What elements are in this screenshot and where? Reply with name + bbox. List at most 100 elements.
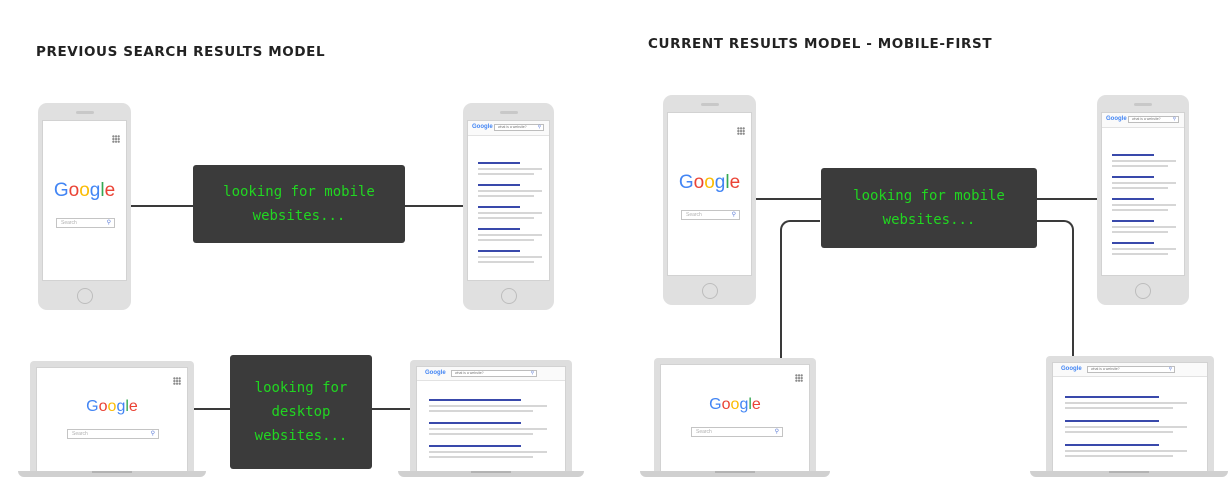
terminal-line: looking for [254, 380, 348, 396]
result-snippet [478, 168, 542, 170]
result-link[interactable] [1112, 220, 1154, 222]
result-snippet [478, 217, 534, 219]
result-snippet [1112, 226, 1176, 228]
result-snippet [1065, 426, 1187, 428]
terminal-line: desktop [271, 404, 331, 420]
result-link[interactable] [429, 399, 521, 401]
result-link[interactable] [429, 445, 521, 447]
phone-screen: Google what is a website? ⚲ [1101, 112, 1185, 276]
query-text: what is a website? [1132, 117, 1161, 121]
laptop-google-home: Google Search ⚲ [654, 358, 816, 471]
result-link[interactable] [1065, 396, 1159, 398]
search-input[interactable]: Search ⚲ [67, 429, 159, 439]
connector-line [404, 205, 466, 207]
home-button [76, 288, 93, 304]
magnifier-icon[interactable]: ⚲ [107, 219, 111, 226]
magnifier-icon[interactable]: ⚲ [775, 428, 779, 435]
terminal-line: websites... [252, 208, 346, 224]
laptop-screen: Google Search ⚲ [660, 364, 810, 471]
mini-google-logo: Google [1061, 366, 1082, 372]
phone-speaker [75, 111, 94, 114]
results-header: Google what is a website? ⚲ [417, 367, 565, 381]
magnifier-icon[interactable]: ⚲ [151, 430, 155, 437]
previous-model-heading: PREVIOUS SEARCH RESULTS MODEL [36, 44, 326, 60]
results-header: Google what is a website? ⚲ [1053, 363, 1207, 377]
magnifier-icon[interactable]: ⚲ [732, 211, 736, 218]
apps-grid-icon [112, 135, 120, 143]
query-text: what is a website? [1091, 367, 1120, 371]
result-link[interactable] [478, 184, 520, 186]
google-logo: Google [86, 398, 138, 415]
result-link[interactable] [478, 228, 520, 230]
result-snippet [1112, 204, 1176, 206]
mini-google-logo: Google [472, 124, 493, 130]
mobile-phone-google-home: Google Search ⚲ [663, 95, 756, 305]
result-snippet [1065, 402, 1187, 404]
result-link[interactable] [1112, 176, 1154, 178]
terminal-line: websites... [254, 428, 348, 444]
terminal-line: looking for mobile [223, 184, 375, 200]
phone-speaker [499, 111, 518, 114]
result-snippet [1065, 407, 1173, 409]
connector-elbow [1036, 220, 1074, 358]
laptop-notch [1109, 471, 1149, 473]
result-snippet [1112, 182, 1176, 184]
mobile-phone-results: Google what is a website? ⚲ [463, 103, 554, 310]
result-snippet [429, 456, 533, 458]
google-logo: Google [709, 396, 761, 413]
desktop-search-terminal: looking for desktop websites... [230, 355, 372, 469]
home-button [701, 283, 718, 299]
results-query-input[interactable]: what is a website? ⚲ [451, 370, 537, 377]
result-link[interactable] [478, 162, 520, 164]
laptop-screen: Google what is a website? ⚲ [1052, 362, 1208, 471]
result-snippet [1065, 450, 1187, 452]
results-header: Google what is a website? ⚲ [468, 121, 549, 136]
result-snippet [429, 451, 547, 453]
result-link[interactable] [1065, 420, 1159, 422]
laptop-base [640, 471, 830, 477]
magnifier-icon[interactable]: ⚲ [1173, 116, 1176, 122]
laptop-base [18, 471, 206, 477]
result-link[interactable] [429, 422, 521, 424]
terminal-line: websites... [882, 212, 976, 228]
magnifier-icon[interactable]: ⚲ [531, 370, 534, 376]
result-snippet [1112, 160, 1176, 162]
result-snippet [478, 234, 542, 236]
laptop-screen: Google Search ⚲ [36, 367, 188, 471]
result-link[interactable] [1112, 198, 1154, 200]
search-input[interactable]: Search ⚲ [56, 218, 115, 228]
results-query-input[interactable]: what is a website? ⚲ [1128, 116, 1179, 123]
laptop-notch [471, 471, 511, 473]
phone-speaker [1134, 103, 1152, 106]
magnifier-icon[interactable]: ⚲ [1169, 366, 1172, 372]
search-placeholder: Search [61, 220, 77, 226]
search-input[interactable]: Search ⚲ [681, 210, 740, 220]
results-query-input[interactable]: what is a website? ⚲ [1087, 366, 1175, 373]
mini-google-logo: Google [425, 370, 446, 376]
result-snippet [478, 173, 534, 175]
mobile-search-terminal: looking for mobile websites... [193, 165, 405, 243]
home-button [500, 288, 517, 304]
connector-line [1036, 198, 1102, 200]
phone-speaker [700, 103, 719, 106]
result-link[interactable] [1112, 154, 1154, 156]
google-logo: Google [678, 172, 741, 193]
result-snippet [1112, 209, 1168, 211]
result-link[interactable] [478, 206, 520, 208]
result-snippet [478, 212, 542, 214]
result-link[interactable] [1065, 444, 1159, 446]
results-query-input[interactable]: what is a website? ⚲ [494, 124, 544, 131]
search-input[interactable]: Search ⚲ [691, 427, 783, 437]
magnifier-icon[interactable]: ⚲ [538, 124, 541, 130]
laptop-google-home: Google Search ⚲ [30, 361, 194, 471]
result-snippet [1112, 187, 1168, 189]
connector-line [756, 198, 822, 200]
laptop-screen: Google what is a website? ⚲ [416, 366, 566, 471]
result-link[interactable] [478, 250, 520, 252]
result-snippet [478, 190, 542, 192]
result-link[interactable] [1112, 242, 1154, 244]
result-snippet [429, 433, 533, 435]
result-snippet [429, 428, 547, 430]
laptop-results: Google what is a website? ⚲ [410, 360, 572, 471]
connector-elbow [780, 220, 820, 360]
